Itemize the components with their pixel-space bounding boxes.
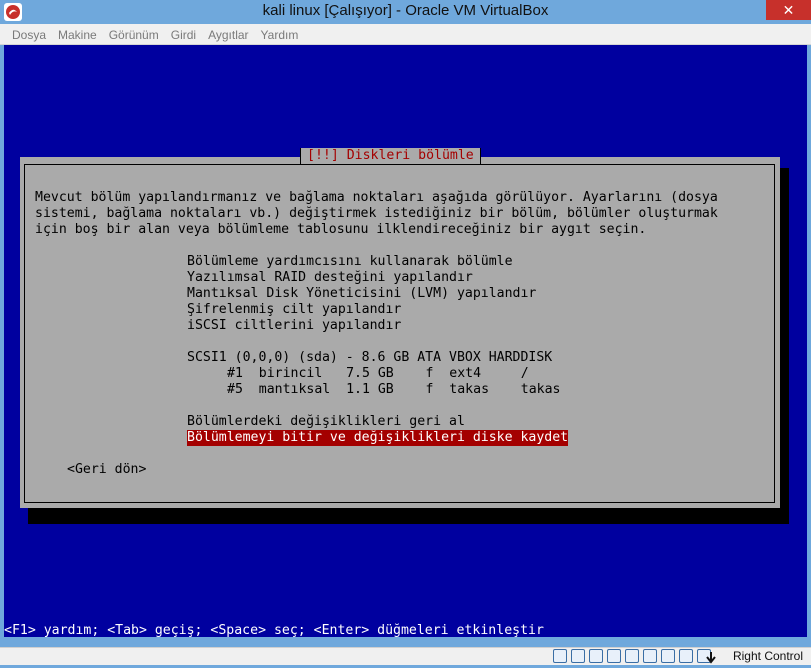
vm-screen[interactable]: [!!] Diskleri bölümle Mevcut bölüm yapıl… [4, 45, 807, 637]
back-button[interactable]: <Geri dön> [67, 462, 146, 478]
option-lvm[interactable]: Mantıksal Disk Yöneticisini (LVM) yapıla… [187, 286, 536, 302]
menu-gorunum[interactable]: Görünüm [104, 25, 166, 45]
dialog-title: [!!] Diskleri bölümle [300, 148, 481, 164]
recording-icon[interactable] [661, 649, 675, 663]
disk-sda[interactable]: SCSI1 (0,0,0) (sda) - 8.6 GB ATA VBOX HA… [187, 350, 552, 366]
close-button[interactable]: ✕ [766, 0, 811, 20]
network-icon[interactable] [643, 649, 657, 663]
window-titlebar[interactable]: kali linux [Çalışıyor] - Oracle VM Virtu… [0, 0, 811, 24]
vm-status-bar: Right Control [0, 647, 811, 665]
action-finish-partitioning[interactable]: Bölümlemeyi bitir ve değişiklikleri disk… [187, 430, 569, 446]
menubar: Dosya Makine Görünüm Girdi Aygıtlar Yardım [0, 24, 811, 45]
menu-yardim[interactable]: Yardım [256, 25, 306, 45]
action-undo-changes[interactable]: Bölümlerdeki değişiklikleri geri al [187, 414, 465, 430]
menu-dosya[interactable]: Dosya [0, 25, 53, 45]
menu-makine[interactable]: Makine [53, 25, 104, 45]
usb-icon[interactable] [589, 649, 603, 663]
optical-drive-icon[interactable] [571, 649, 585, 663]
option-encrypted-volumes[interactable]: Şifrelenmiş cilt yapılandır [187, 302, 401, 318]
option-software-raid[interactable]: Yazılımsal RAID desteğini yapılandır [187, 270, 473, 286]
dialog-description-line: Mevcut bölüm yapılandırmanız ve bağlama … [35, 190, 718, 205]
dialog-description-line: sistemi, bağlama noktaları vb.) değiştir… [35, 206, 718, 221]
window-title: kali linux [Çalışıyor] - Oracle VM Virtu… [262, 2, 549, 19]
menu-girdi[interactable]: Girdi [166, 25, 203, 45]
mouse-integration-icon[interactable] [679, 649, 693, 663]
display-icon[interactable] [625, 649, 639, 663]
device-icons [549, 649, 711, 668]
arrow-down-icon [704, 649, 718, 664]
harddisk-icon[interactable] [553, 649, 567, 663]
option-guided-partitioning[interactable]: Bölümleme yardımcısını kullanarak bölüml… [187, 254, 513, 270]
dialog-description-line: için boş bir alan veya bölümleme tablosu… [35, 222, 647, 237]
host-key-label: Right Control [732, 649, 803, 663]
partition-5[interactable]: #5 mantıksal 1.1 GB f takas takas [227, 382, 560, 398]
partition-1[interactable]: #1 birincil 7.5 GB f ext4 / [227, 366, 529, 382]
option-iscsi[interactable]: iSCSI ciltlerini yapılandır [187, 318, 401, 334]
partition-dialog: [!!] Diskleri bölümle Mevcut bölüm yapıl… [20, 148, 780, 508]
shared-folders-icon[interactable] [607, 649, 621, 663]
menu-aygitlar[interactable]: Aygıtlar [203, 25, 255, 45]
installer-help-line: <F1> yardım; <Tab> geçiş; <Space> seç; <… [4, 623, 544, 637]
